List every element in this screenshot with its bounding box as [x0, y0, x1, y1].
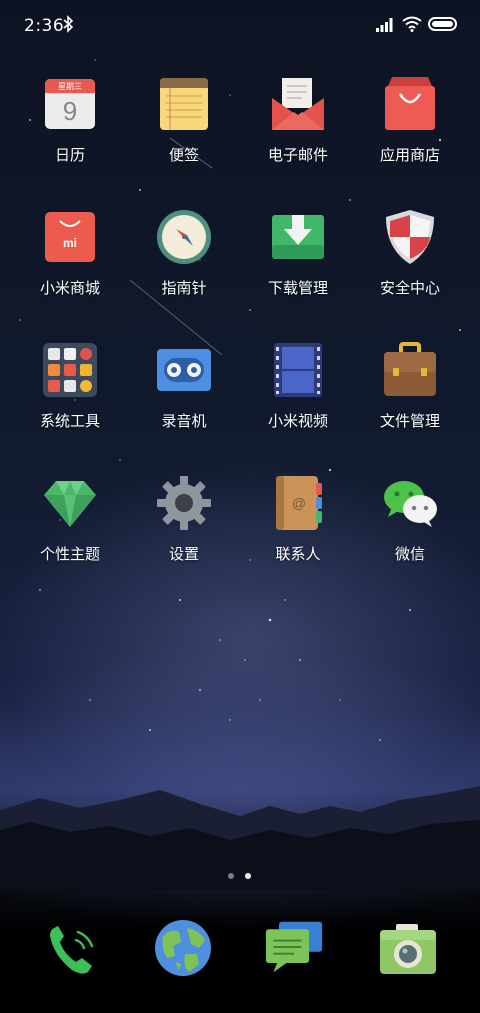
app-store-icon [385, 77, 435, 130]
app-label: 系统工具 [39, 412, 100, 430]
app-settings[interactable]: 设置 [128, 475, 240, 585]
svg-text:@: @ [292, 495, 306, 511]
app-compass[interactable]: 指南针 [128, 209, 240, 319]
themes-icon [44, 481, 96, 527]
mi-store-icon: mi [45, 212, 95, 262]
file-manager-icon [384, 342, 436, 396]
app-themes[interactable]: 个性主题 [14, 475, 126, 585]
wechat-icon [384, 481, 437, 527]
app-label: 电子邮件 [267, 146, 328, 164]
app-label: 设置 [168, 545, 199, 563]
settings-gear-icon [157, 476, 211, 530]
system-tools-folder-icon [43, 343, 97, 397]
app-label: 指南针 [161, 279, 207, 297]
page-indicator [0, 871, 480, 881]
notes-icon [160, 78, 208, 130]
status-bar: 2:36 [0, 0, 480, 52]
app-label: 小米商城 [39, 279, 100, 297]
app-recorder[interactable]: 录音机 [128, 342, 240, 452]
signal-icon [376, 18, 393, 32]
app-contacts[interactable]: @ 联系人 [242, 475, 354, 585]
app-wechat[interactable]: 微信 [354, 475, 466, 585]
app-label: 下载管理 [267, 279, 328, 297]
app-label: 便签 [168, 146, 199, 164]
download-icon [272, 215, 324, 259]
app-label: 录音机 [161, 412, 207, 430]
app-notes[interactable]: 便签 [128, 76, 240, 186]
app-label: 安全中心 [379, 279, 440, 297]
calendar-icon: 星期三 9 [45, 79, 95, 129]
app-label: 日历 [54, 146, 85, 164]
email-icon [272, 78, 324, 130]
video-icon [274, 343, 322, 397]
bluetooth-icon [63, 15, 74, 33]
app-label: 个性主题 [39, 545, 100, 563]
camera-icon[interactable] [378, 920, 438, 980]
svg-text:mi: mi [63, 236, 77, 250]
app-folder-system-tools[interactable]: 系统工具 [14, 342, 126, 452]
contacts-icon: @ [276, 476, 322, 530]
status-time: 2:36 [24, 16, 65, 36]
app-security-center[interactable]: 安全中心 [354, 209, 466, 319]
app-download-manager[interactable]: 下载管理 [242, 209, 354, 319]
battery-icon [428, 17, 457, 31]
app-label: 应用商店 [379, 146, 440, 164]
app-file-manager[interactable]: 文件管理 [354, 342, 466, 452]
app-calendar[interactable]: 星期三 9 日历 [14, 76, 126, 186]
app-label: 小米视频 [267, 412, 328, 430]
compass-icon [157, 210, 211, 264]
app-label: 文件管理 [379, 412, 440, 430]
wifi-icon [402, 16, 422, 32]
messages-icon[interactable] [264, 918, 324, 978]
app-label: 联系人 [275, 545, 321, 563]
app-mi-video[interactable]: 小米视频 [242, 342, 354, 452]
app-app-store[interactable]: 应用商店 [354, 76, 466, 186]
app-label: 微信 [394, 545, 425, 563]
page-dot-1[interactable] [228, 873, 234, 879]
svg-text:9: 9 [63, 96, 77, 126]
recorder-icon [157, 349, 211, 391]
browser-globe-icon[interactable] [153, 918, 213, 978]
app-mi-store[interactable]: mi 小米商城 [14, 209, 126, 319]
svg-text:星期三: 星期三 [58, 82, 82, 91]
phone-icon[interactable] [42, 920, 102, 980]
security-shield-icon [386, 210, 434, 264]
app-email[interactable]: 电子邮件 [242, 76, 354, 186]
page-dot-2-active[interactable] [245, 873, 251, 879]
